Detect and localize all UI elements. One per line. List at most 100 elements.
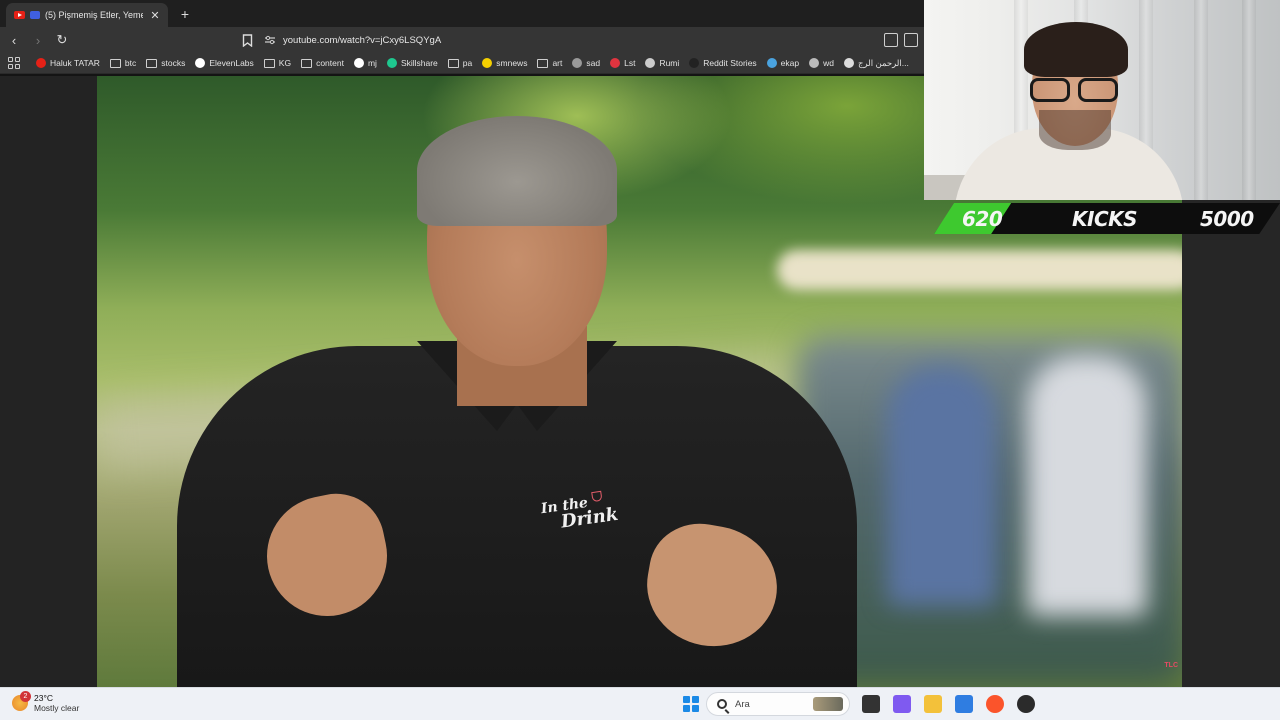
bookmark-item[interactable]: stocks xyxy=(146,58,185,68)
bookmark-label: stocks xyxy=(161,58,186,68)
bookmark-label: Reddit Stories xyxy=(703,58,757,68)
bookmark-label: ekap xyxy=(780,58,800,68)
bookmark-label: art xyxy=(552,58,563,68)
bookmark-label: Haluk TATAR xyxy=(50,58,100,68)
weather-widget[interactable]: 2 23°C Mostly clear xyxy=(12,691,80,713)
task-view-icon[interactable] xyxy=(862,695,880,713)
share-icon[interactable] xyxy=(904,33,918,47)
skillshare-icon xyxy=(386,58,397,68)
bookmark-item[interactable]: KG xyxy=(263,58,292,68)
bookmark-label: Rumi xyxy=(659,58,680,68)
bookmark-item[interactable]: art xyxy=(537,58,562,68)
bookmark-label: btc xyxy=(124,58,137,68)
bookmark-item[interactable]: ElevenLabs xyxy=(195,58,254,68)
copilot-icon[interactable] xyxy=(893,695,911,713)
wd-icon xyxy=(809,58,820,68)
bookmark-item[interactable]: Haluk TATAR xyxy=(36,58,100,68)
bookmark-label: ElevenLabs xyxy=(209,58,254,68)
bookmark-label: KG xyxy=(278,58,292,68)
golf-cart-roof xyxy=(777,250,1182,290)
file-explorer-icon[interactable] xyxy=(924,695,942,713)
globe-icon xyxy=(645,58,656,68)
new-tab-button[interactable]: + xyxy=(174,6,196,22)
search-icon xyxy=(717,699,727,709)
taskbar-search[interactable]: Ara xyxy=(706,692,850,716)
browser-tab[interactable]: (5) Pişmemiş Etler, Yemekten... ✕ xyxy=(6,3,168,27)
site-info-icon[interactable] xyxy=(263,33,277,47)
address-bar[interactable]: youtube.com/watch?v=jCxy6LSQYgA xyxy=(283,35,884,46)
close-tab-icon[interactable]: ✕ xyxy=(148,9,162,22)
youtube-icon xyxy=(14,11,25,19)
obs-icon[interactable] xyxy=(1017,695,1035,713)
bookmark-item[interactable]: btc xyxy=(109,58,137,68)
snipping-tool-icon[interactable] xyxy=(955,695,973,713)
bookmark-item[interactable]: mj xyxy=(353,58,377,68)
bookmark-item[interactable]: content xyxy=(301,58,344,68)
tab-title: (5) Pişmemiş Etler, Yemekten... xyxy=(45,10,143,20)
bookmark-item[interactable]: ekap xyxy=(766,58,800,68)
weather-sun-icon: 2 xyxy=(12,691,31,711)
bookmark-item[interactable]: Rumi xyxy=(645,58,679,68)
blurred-person xyxy=(1027,356,1147,616)
smiley-icon xyxy=(482,58,493,68)
bookmark-label: mj xyxy=(367,58,377,68)
bookmark-item[interactable]: pa xyxy=(447,58,473,68)
channel-watermark: TLC xyxy=(1164,662,1178,669)
cast-icon[interactable] xyxy=(884,33,898,47)
start-button[interactable] xyxy=(683,696,699,712)
screen: (5) Pişmemiş Etler, Yemekten... ✕ + ‹ › … xyxy=(0,0,1280,720)
brave-icon[interactable] xyxy=(986,695,1004,713)
notification-badge: 2 xyxy=(20,691,31,702)
weather-description: Mostly clear xyxy=(34,703,80,713)
kicks-goal-bar: 620 KICKS 5000 xyxy=(934,203,1280,234)
bookmark-item[interactable]: Lst xyxy=(610,58,635,68)
bookmark-item[interactable]: sad xyxy=(572,58,600,68)
folder-icon xyxy=(146,58,158,68)
browser-toolbar: ‹ › ↻ youtube.com/watch?v=jCxy6LSQYgA xyxy=(0,27,924,53)
bookmark-item[interactable]: Skillshare xyxy=(386,58,438,68)
bookmark-label: smnews xyxy=(496,58,528,68)
forward-button[interactable]: › xyxy=(28,30,48,50)
s-logo-icon xyxy=(610,58,621,68)
bookmark-label: pa xyxy=(462,58,473,68)
media-icon xyxy=(30,11,40,19)
goal-label: KICKS xyxy=(1072,207,1138,231)
webcam-overlay xyxy=(924,0,1280,200)
bookmark-label: الرحمن الرج... xyxy=(857,57,909,68)
windows-taskbar: 2 23°C Mostly clear Ara xyxy=(0,687,1280,720)
apps-grid-icon[interactable] xyxy=(8,57,20,69)
weather-temperature: 23°C xyxy=(34,693,53,703)
streamer-hair xyxy=(1024,22,1128,77)
search-placeholder: Ara xyxy=(735,698,750,710)
youtube-icon xyxy=(36,58,46,68)
glasses-icon xyxy=(1030,78,1122,104)
search-highlight-icon xyxy=(813,697,843,711)
presenter-hair xyxy=(417,116,617,226)
bookmark-item[interactable]: الرحمن الرج... xyxy=(843,57,909,69)
bookmark-label: sad xyxy=(586,58,601,68)
bookmark-item[interactable]: smnews xyxy=(482,58,527,68)
bookmark-label: content xyxy=(316,58,344,68)
bookmark-item[interactable]: wd xyxy=(809,58,834,68)
bookmark-label: Skillshare xyxy=(400,58,438,68)
folder-icon xyxy=(447,58,459,68)
bookmarks-bar: Haluk TATAR btc stocks ElevenLabs KG content m… xyxy=(0,53,924,74)
bookmark-item[interactable]: Reddit Stories xyxy=(689,58,757,68)
blurred-person xyxy=(887,366,997,606)
elevenlabs-icon xyxy=(195,58,206,68)
folder-icon xyxy=(301,58,313,68)
back-button[interactable]: ‹ xyxy=(4,30,24,50)
reload-button[interactable]: ↻ xyxy=(52,30,72,50)
slash-icon xyxy=(572,58,583,68)
dark-margin xyxy=(0,76,97,687)
bookmark-label: Lst xyxy=(624,58,636,68)
page-icon xyxy=(843,58,854,68)
folder-icon xyxy=(263,58,275,68)
goal-target: 5000 xyxy=(1200,207,1254,231)
bookmark-label: wd xyxy=(823,58,834,68)
folder-icon xyxy=(109,58,121,68)
bookmark-page-icon[interactable] xyxy=(237,30,257,50)
bird-icon xyxy=(766,58,777,68)
d-logo-icon xyxy=(689,58,700,68)
goal-current: 620 xyxy=(962,207,1003,231)
